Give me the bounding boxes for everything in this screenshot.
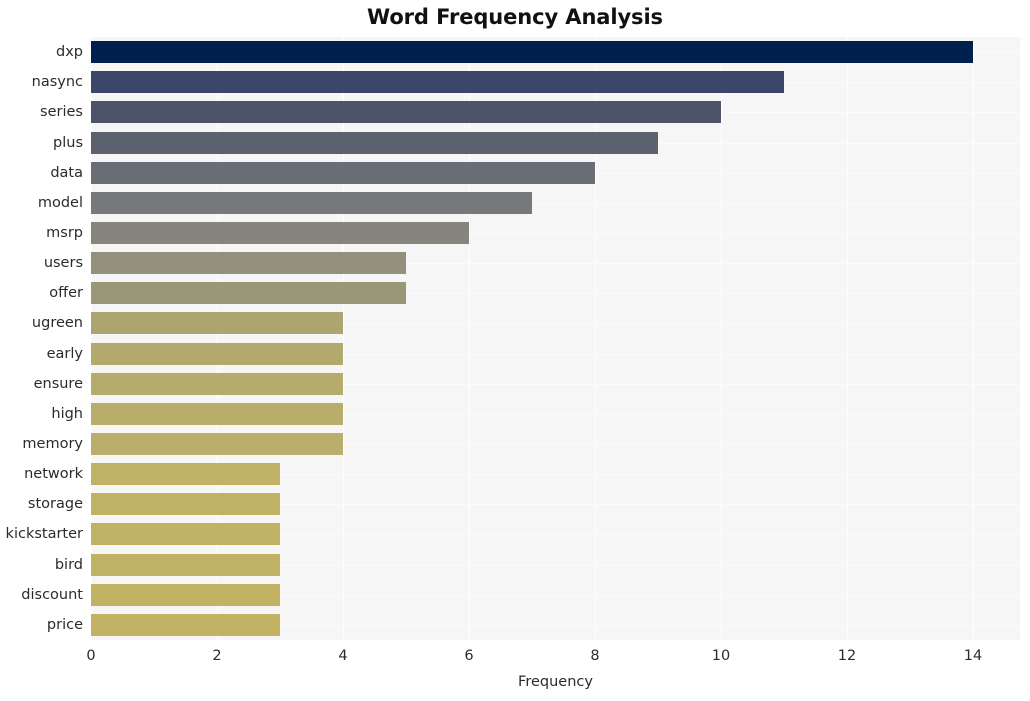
bar[interactable] (91, 554, 280, 576)
gridline-vertical (595, 37, 596, 640)
y-axis-tick-label: plus (53, 135, 83, 151)
bar[interactable] (91, 71, 784, 93)
bar[interactable] (91, 192, 532, 214)
y-axis-tick-label: series (40, 104, 83, 120)
y-axis-tick-label: price (46, 617, 83, 633)
bar[interactable] (91, 373, 343, 395)
x-axis-tick-label: 6 (464, 648, 474, 664)
gridline-vertical (973, 37, 974, 640)
y-axis-tick-label: nasync (31, 74, 83, 90)
bar[interactable] (91, 132, 658, 154)
y-axis-tick-labels: dxp nasync series plus data model msrp users off… (0, 37, 83, 640)
bar[interactable] (91, 222, 469, 244)
gridline-vertical (721, 37, 722, 640)
bar[interactable] (91, 101, 721, 123)
bar[interactable] (91, 312, 343, 334)
chart-title: Word Frequency Analysis (367, 5, 663, 29)
y-axis-tick-label: dxp (56, 44, 83, 60)
bar[interactable] (91, 252, 406, 274)
y-axis-tick-label: bird (54, 557, 83, 573)
y-axis-tick-label: data (50, 165, 83, 181)
x-axis-tick-label: 8 (590, 648, 600, 664)
y-axis-tick-label: early (46, 346, 83, 362)
bar[interactable] (91, 343, 343, 365)
x-axis-tick-label: 14 (963, 648, 983, 664)
bar[interactable] (91, 162, 595, 184)
bar[interactable] (91, 433, 343, 455)
bar[interactable] (91, 41, 973, 63)
bar[interactable] (91, 282, 406, 304)
y-axis-tick-label: model (37, 195, 83, 211)
y-axis-tick-label: memory (22, 436, 83, 452)
gridline-vertical (469, 37, 470, 640)
bar[interactable] (91, 493, 280, 515)
x-axis-label: Frequency (518, 674, 593, 690)
y-axis-tick-label: kickstarter (5, 526, 83, 542)
y-axis-tick-label: users (43, 255, 83, 271)
bar[interactable] (91, 403, 343, 425)
y-axis-tick-label: discount (21, 587, 83, 603)
bar[interactable] (91, 463, 280, 485)
y-axis-tick-label: offer (49, 285, 83, 301)
y-axis-tick-label: ugreen (31, 315, 83, 331)
y-axis-tick-label: high (51, 406, 83, 422)
bar[interactable] (91, 614, 280, 636)
bar[interactable] (91, 584, 280, 606)
x-axis-tick-label: 10 (711, 648, 731, 664)
x-axis-tick-label: 2 (212, 648, 222, 664)
y-axis-tick-label: storage (27, 496, 83, 512)
y-axis-tick-label: ensure (33, 376, 83, 392)
y-axis-tick-label: msrp (46, 225, 83, 241)
gridline-vertical (91, 37, 92, 640)
y-axis-tick-label: network (24, 466, 83, 482)
x-axis-tick-label: 0 (86, 648, 96, 664)
x-axis-tick-label: 12 (837, 648, 857, 664)
bar[interactable] (91, 523, 280, 545)
gridline-vertical (343, 37, 344, 640)
word-frequency-chart-figure: Word Frequency Analysis dxp nasync series p… (0, 0, 1030, 701)
x-axis-tick-labels: 0 2 4 6 8 10 12 14 (86, 640, 1020, 670)
gridline-vertical (217, 37, 218, 640)
x-axis-tick-label: 4 (338, 648, 348, 664)
plot-area (91, 37, 1020, 640)
gridline-vertical (847, 37, 848, 640)
